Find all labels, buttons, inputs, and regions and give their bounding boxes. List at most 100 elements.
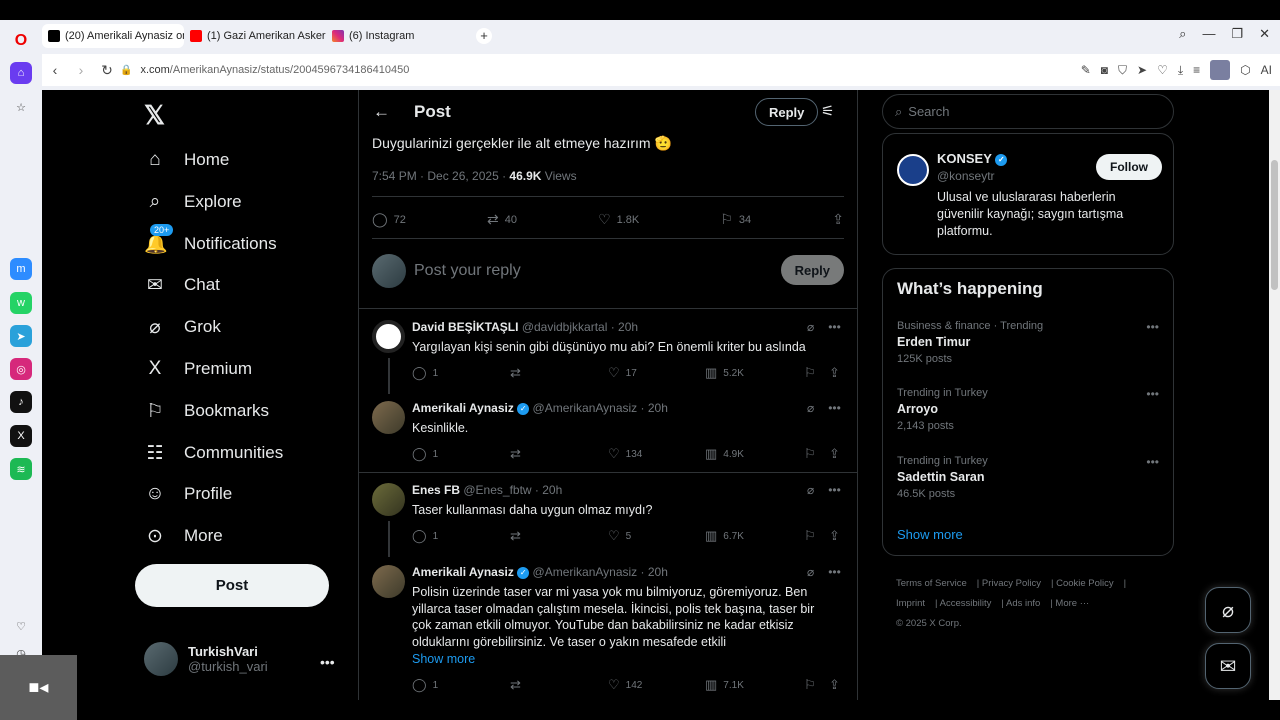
more-icon[interactable]: •••	[828, 565, 841, 579]
more-icon[interactable]: •••	[1146, 455, 1159, 469]
tiktok-icon[interactable]: ♪	[10, 391, 32, 413]
download-icon[interactable]: ⤓	[1178, 63, 1183, 78]
reply-count[interactable]: ◯ 1	[412, 446, 438, 462]
trend-item[interactable]: Trending in Turkey Arroyo 2,143 posts •••	[897, 387, 1159, 432]
trend-item[interactable]: Trending in Turkey Sadettin Saran 46.5K po…	[897, 455, 1159, 500]
views-count[interactable]: ▥ 5.2K	[705, 365, 744, 381]
like-count[interactable]: ♡ 134	[608, 446, 642, 462]
minimize-button[interactable]: —	[1202, 26, 1215, 42]
repost-icon[interactable]: ⇄	[510, 365, 521, 381]
share-icon[interactable]: ⇪	[829, 528, 840, 544]
nav-premium[interactable]: X Premium	[144, 353, 252, 385]
menu-icon[interactable]: ≡	[1193, 63, 1200, 77]
nav-more[interactable]: ⊙ More	[144, 520, 223, 552]
new-tab-button[interactable]: +	[476, 28, 492, 44]
grok-icon[interactable]: ⌀	[807, 565, 814, 579]
nav-explore[interactable]: ⌕ Explore	[144, 186, 242, 218]
camera-snapshot-icon[interactable]: ◙	[1101, 63, 1108, 77]
cube-icon[interactable]: ⬡	[1240, 63, 1250, 77]
grok-fab-button[interactable]: ⌀	[1205, 587, 1251, 633]
bookmark-icon[interactable]: ⚐	[804, 677, 816, 693]
opera-logo-icon[interactable]: O	[10, 30, 32, 52]
share-icon[interactable]: ⇪	[829, 365, 840, 381]
reply-count[interactable]: ◯ 1	[412, 677, 438, 693]
nav-grok[interactable]: ⌀ Grok	[144, 311, 221, 343]
reply-submit-button[interactable]: Reply	[780, 255, 844, 285]
share-icon[interactable]: ⇪	[829, 446, 840, 462]
more-icon[interactable]: •••	[828, 320, 841, 334]
telegram-icon[interactable]: ➤	[10, 325, 32, 347]
search-input[interactable]: ⌕ Search	[882, 94, 1174, 129]
like-count[interactable]: ♡ 17	[608, 365, 637, 381]
reply-count[interactable]: ◯ 72	[372, 211, 406, 228]
header-reply-button[interactable]: Reply	[755, 98, 819, 126]
bookmark-icon[interactable]: ⚐	[804, 528, 816, 544]
home-icon[interactable]: ⌂	[10, 62, 32, 84]
edit-icon[interactable]: ✎	[1081, 63, 1091, 77]
account-switcher[interactable]: TurkishVari @turkish_vari	[144, 642, 268, 676]
bookmark-count[interactable]: ⚐ 34	[720, 211, 751, 228]
nav-chat[interactable]: ✉ Chat	[144, 269, 220, 301]
show-more-link[interactable]: Show more	[412, 652, 475, 666]
reply-input[interactable]: Post your reply	[414, 262, 521, 280]
star-icon[interactable]: ☆	[10, 96, 32, 118]
share-icon[interactable]: ⇪	[829, 677, 840, 693]
url-field[interactable]: x.com/AmerikanAynasiz/status/20045967341…	[140, 64, 409, 76]
nav-communities[interactable]: ☷ Communities	[144, 437, 283, 469]
back-arrow-icon[interactable]: ←	[373, 102, 390, 122]
back-nav-icon[interactable]: ‹	[42, 62, 68, 78]
heart-icon[interactable]: ♡	[1157, 63, 1168, 77]
ai-button[interactable]: AI	[1261, 63, 1272, 77]
grok-icon[interactable]: ⌀	[807, 483, 814, 497]
spotify-icon[interactable]: ≋	[10, 458, 32, 480]
nav-home[interactable]: ⌂ Home	[144, 144, 229, 176]
tab-x[interactable]: (20) Amerikali Aynasiz on	[42, 24, 184, 48]
share-button[interactable]: ⇪	[832, 211, 844, 228]
nav-bookmarks[interactable]: ⚐ Bookmarks	[144, 395, 269, 427]
bookmark-icon[interactable]: ⚐	[804, 365, 816, 381]
views-count[interactable]: ▥ 7.1K	[705, 677, 744, 693]
scrollbar[interactable]	[1269, 90, 1280, 700]
search-tabs-icon[interactable]: ⌕	[1179, 26, 1186, 42]
follow-button[interactable]: Follow	[1096, 154, 1162, 180]
trend-item[interactable]: Business & finance · Trending Erden Timur…	[897, 320, 1159, 365]
more-icon[interactable]: •••	[1146, 320, 1159, 334]
tab-youtube[interactable]: (1) Gazi Amerikan Askeri V	[184, 24, 326, 48]
send-icon[interactable]: ➤	[1137, 63, 1147, 77]
like-count[interactable]: ♡ 5	[608, 528, 631, 544]
reload-icon[interactable]: ↻	[94, 62, 120, 79]
post-button[interactable]: Post	[135, 564, 329, 607]
scrollbar-thumb[interactable]	[1271, 160, 1278, 290]
account-name[interactable]: KONSEY ✓	[937, 151, 1008, 166]
grok-icon[interactable]: ⌀	[807, 401, 814, 415]
more-icon[interactable]: •••	[1146, 387, 1159, 401]
instagram-icon[interactable]: ◎	[10, 358, 32, 380]
maximize-button[interactable]: ❐	[1231, 26, 1243, 42]
forward-nav-icon[interactable]: ›	[68, 62, 94, 78]
more-icon[interactable]: •••	[828, 483, 841, 497]
more-icon[interactable]: •••	[828, 401, 841, 415]
nav-profile[interactable]: ☺ Profile	[144, 478, 232, 510]
repost-count[interactable]: ⇄ 40	[487, 211, 517, 228]
heart-sidebar-icon[interactable]: ♡	[10, 615, 32, 637]
views-count[interactable]: ▥ 6.7K	[705, 528, 744, 544]
grok-icon[interactable]: ⌀	[807, 320, 814, 334]
views-count[interactable]: ▥ 4.9K	[705, 446, 744, 462]
repost-icon[interactable]: ⇄	[510, 677, 521, 693]
repost-icon[interactable]: ⇄	[510, 528, 521, 544]
x-logo-icon[interactable]: 𝕏	[144, 100, 165, 131]
like-count[interactable]: ♡ 1.8K	[598, 211, 639, 228]
camera-overlay-icon[interactable]: ■◂	[0, 655, 77, 720]
tab-instagram[interactable]: (6) Instagram	[326, 24, 468, 48]
reply-count[interactable]: ◯ 1	[412, 528, 438, 544]
whatsapp-icon[interactable]: w	[10, 292, 32, 314]
filter-icon[interactable]: ⚟	[821, 102, 834, 120]
repost-icon[interactable]: ⇄	[510, 446, 521, 462]
show-more-link[interactable]: Show more	[897, 527, 963, 542]
like-count[interactable]: ♡ 142	[608, 677, 642, 693]
messages-fab-button[interactable]: ✉	[1205, 643, 1251, 689]
messenger-icon[interactable]: m	[10, 258, 32, 280]
x-icon[interactable]: X	[10, 425, 32, 447]
bookmark-icon[interactable]: ⚐	[804, 446, 816, 462]
reply-count[interactable]: ◯ 1	[412, 365, 438, 381]
